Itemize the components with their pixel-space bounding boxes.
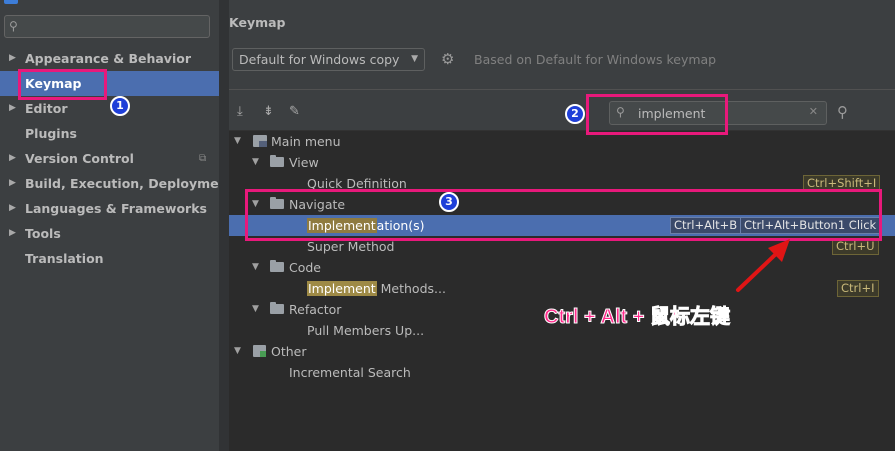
expand-arrow-icon[interactable]: ▶ [9,96,16,121]
folder-icon [270,302,284,314]
collapse-arrow-icon[interactable]: ▼ [252,152,259,173]
sidebar-item-languages-frameworks[interactable]: ▶ Languages & Frameworks [0,196,219,221]
sidebar-item-tools[interactable]: ▶ Tools [0,221,219,246]
gear-icon[interactable]: ⚙ [441,50,454,68]
tree-row[interactable]: ▼ Main menu [229,131,895,152]
sidebar-item-label: Translation [25,251,104,266]
keymap-select[interactable]: Default for Windows copy ▼ [232,48,425,71]
copy-icon: ⧉ [199,153,207,164]
app-icon [4,0,18,4]
edit-pencil-icon[interactable]: ✎ [289,104,300,119]
annotation-box-navigate [245,189,882,241]
tree-row-label: Code [289,260,322,275]
sidebar-item-label: Tools [25,226,61,241]
annotation-note: Ctrl + Alt + 鼠标左键 [544,306,731,329]
tree-row[interactable]: Implement Methods... Ctrl+I [229,278,895,299]
page-title: Keymap [229,15,286,30]
tree-row[interactable]: ▼ Other [229,341,895,362]
expand-arrow-icon[interactable]: ▶ [9,196,16,221]
tree-row[interactable]: ▼ View [229,152,895,173]
annotation-badge-2: 2 [565,104,585,124]
folder-icon [270,155,284,167]
tree-row-label: Incremental Search [289,365,411,380]
tree-row[interactable]: ▼ Code [229,257,895,278]
search-icon: ⚲ [9,19,18,33]
search-match-highlight: Implement [307,281,377,296]
sidebar-item-translation[interactable]: Translation [0,246,219,271]
divider [229,89,895,90]
tree-row-label: Main menu [271,134,341,149]
label-rest: Methods... [376,281,446,296]
sidebar-item-label: Build, Execution, Deployment [25,176,234,191]
shortcut-badge: Ctrl+I [837,280,879,297]
collapse-arrow-icon[interactable]: ▼ [252,299,259,320]
expand-arrow-icon[interactable]: ▶ [9,171,16,196]
main-menu-icon [253,135,267,147]
tree-row-label: View [289,155,319,170]
sidebar-item-version-control[interactable]: ▶ Version Control ⧉ [0,146,219,171]
sidebar-item-label: Plugins [25,126,77,141]
keymap-select-value: Default for Windows copy [239,52,400,67]
tree-row-label: Other [271,344,307,359]
folder-icon [270,260,284,272]
collapse-arrow-icon[interactable]: ▼ [234,131,241,152]
expand-arrow-icon[interactable]: ▶ [9,221,16,246]
sidebar-item-build-execution-deployment[interactable]: ▶ Build, Execution, Deployment [0,171,233,196]
sidebar-item-label: Languages & Frameworks [25,201,207,216]
settings-search-input[interactable]: ⚲ [4,15,210,38]
panel-splitter[interactable] [219,0,229,451]
find-by-shortcut-icon[interactable]: ⚲ [837,103,848,121]
annotation-badge-1: 1 [110,96,130,116]
expand-arrow-icon[interactable]: ▶ [9,146,16,171]
collapse-arrow-icon[interactable]: ▼ [252,257,259,278]
collapse-all-icon[interactable]: ⇟ [263,104,274,119]
settings-sidebar: ⚲ ▶ Appearance & Behavior Keymap ▶ Edito… [0,0,233,451]
annotation-box-search [586,94,728,135]
tree-row-label: Pull Members Up... [307,323,425,338]
tree-row-label: Implement Methods... [307,278,446,299]
other-group-icon [253,345,266,357]
clear-icon[interactable]: ✕ [809,105,818,118]
tree-row-label: Refactor [289,302,342,317]
sidebar-item-plugins[interactable]: Plugins [0,121,219,146]
tree-row[interactable]: Incremental Search [229,362,895,383]
annotation-badge-3: 3 [439,192,459,212]
sidebar-item-label: Appearance & Behavior [25,51,191,66]
window-titlebar-sliver [0,0,219,6]
annotation-box-keymap [18,69,107,100]
sidebar-item-label: Editor [25,101,68,116]
expand-all-icon[interactable]: ⤓ [237,104,243,119]
keymap-tree: ▼ Main menu ▼ View Quick Definition Ctrl… [229,130,895,451]
sidebar-item-label: Version Control [25,151,134,166]
collapse-arrow-icon[interactable]: ▼ [234,341,241,362]
chevron-down-icon: ▼ [411,54,418,64]
based-on-label: Based on Default for Windows keymap [474,52,717,67]
expand-arrow-icon[interactable]: ▶ [9,46,16,71]
sidebar-item-appearance-behavior[interactable]: ▶ Appearance & Behavior [0,46,219,71]
